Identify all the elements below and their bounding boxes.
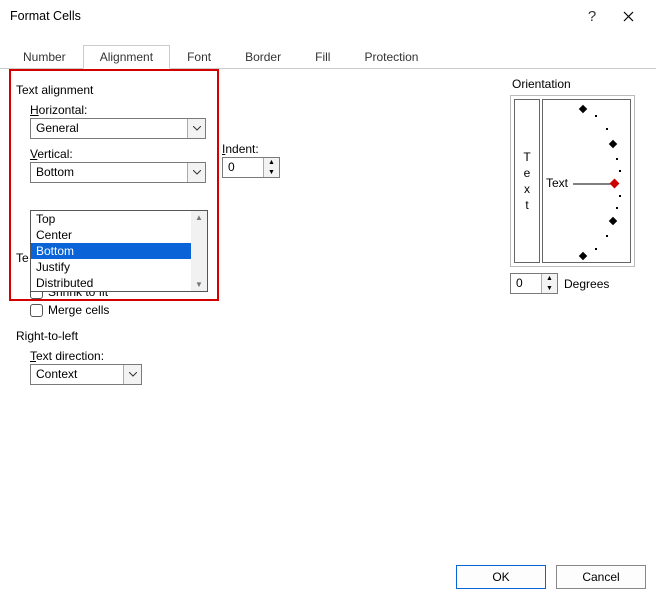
chevron-down-icon[interactable] [123,365,141,384]
vertical-combo[interactable]: Bottom [30,162,206,183]
indent-label: Indent: [222,142,280,156]
spinner-buttons: ▲ ▼ [541,274,557,293]
orientation-line [573,183,613,185]
horizontal-value: General [31,119,187,138]
merge-cells-row[interactable]: Merge cells [30,303,640,317]
dropdown-item-justify[interactable]: Justify [31,259,191,275]
dialog-footer: OK Cancel [456,565,646,589]
text-direction-value: Context [31,365,123,384]
orientation-dial[interactable]: Text [542,99,631,263]
spinner-down[interactable]: ▼ [542,284,557,294]
vertical-value: Bottom [31,163,187,182]
dial-tick-icon [609,217,617,225]
dial-dot [595,248,597,250]
dial-dot [619,170,621,172]
dropdown-item-center[interactable]: Center [31,227,191,243]
dial-tick-icon [609,140,617,148]
dial-dot [616,158,618,160]
dropdown-scrollbar[interactable]: ▲ ▼ [191,211,207,291]
dial-dot [616,207,618,209]
scroll-down-icon: ▼ [195,280,203,289]
degrees-value: 0 [511,274,541,293]
dial-tick-icon [579,105,587,113]
indent-value: 0 [223,158,263,177]
tab-font[interactable]: Font [170,45,228,69]
degrees-label: Degrees [564,277,609,291]
titlebar: Format Cells ? [0,0,656,32]
dropdown-item-bottom[interactable]: Bottom [31,243,191,259]
vertical-dropdown[interactable]: Top Center Bottom Justify Distributed ▲ … [30,210,208,292]
dropdown-item-distributed[interactable]: Distributed [31,275,191,291]
tab-content: Text alignment Horizontal: General Inden… [0,69,656,554]
close-icon [623,11,634,22]
tab-protection[interactable]: Protection [347,45,435,69]
orientation-preview: T e x t Text [510,95,635,267]
close-button[interactable] [610,2,646,30]
indent-spinner[interactable]: 0 ▲ ▼ [222,157,280,178]
dial-tick-icon [579,252,587,260]
orientation-dial-text: Text [546,176,568,190]
merge-cells-label: Merge cells [48,303,109,317]
spinner-buttons: ▲ ▼ [263,158,279,177]
spinner-down[interactable]: ▼ [264,168,279,178]
text-direction-label: Text direction: [30,349,640,363]
tab-alignment[interactable]: Alignment [83,45,170,69]
orientation-group: Orientation T e x t Text [510,73,640,294]
rtl-header: Right-to-left [16,329,640,343]
spinner-up[interactable]: ▲ [542,274,557,284]
dial-dot [606,235,608,237]
tab-border[interactable]: Border [228,45,298,69]
chevron-down-icon[interactable] [187,163,205,182]
text-control-header-fragment: Te [16,251,29,265]
dropdown-item-top[interactable]: Top [31,211,191,227]
spinner-up[interactable]: ▲ [264,158,279,168]
orientation-header: Orientation [512,77,640,91]
vertical-dropdown-list: Top Center Bottom Justify Distributed [31,211,191,291]
cancel-button[interactable]: Cancel [556,565,646,589]
help-button[interactable]: ? [574,2,610,30]
ok-button[interactable]: OK [456,565,546,589]
orientation-vertical-text[interactable]: T e x t [514,99,540,263]
merge-cells-checkbox[interactable] [30,304,43,317]
dial-dot [619,195,621,197]
tab-number[interactable]: Number [6,45,83,69]
tab-fill[interactable]: Fill [298,45,347,69]
dial-dot [595,115,597,117]
horizontal-combo[interactable]: General [30,118,206,139]
degrees-spinner[interactable]: 0 ▲ ▼ [510,273,558,294]
text-direction-combo[interactable]: Context [30,364,142,385]
dialog-title: Format Cells [10,9,574,23]
chevron-down-icon[interactable] [187,119,205,138]
tab-bar: Number Alignment Font Border Fill Protec… [0,44,656,69]
orientation-pointer [610,179,620,189]
dial-dot [606,128,608,130]
scroll-up-icon: ▲ [195,213,203,222]
